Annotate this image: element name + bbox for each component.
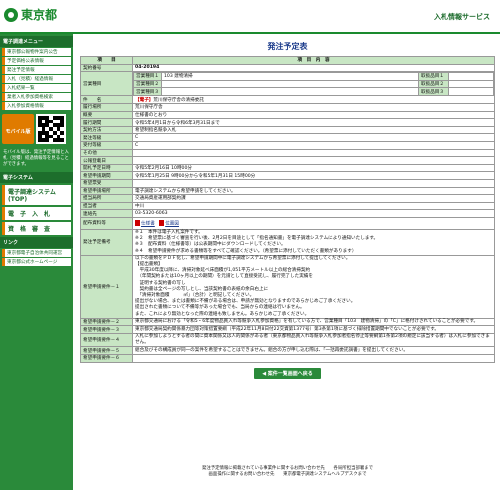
- electronic-tag: 【電子】: [135, 97, 154, 103]
- table-row: その他: [80, 148, 495, 158]
- spec-download-link[interactable]: 仕様書: [141, 222, 155, 227]
- footer-contact-2: 画面操作に関するお問い合わせ先 東京都電子調達システムヘルプデスクまで: [208, 472, 367, 477]
- site-header: 東京都 入札情報サービス: [0, 0, 500, 34]
- sidebar-menu-heading: 電子調達メニュー: [0, 36, 73, 47]
- col-content-header: 項 目 内 容: [132, 56, 495, 65]
- tokyo-logo[interactable]: 東京都: [4, 6, 57, 23]
- table-row: 履行場所 荒川保守庁舎: [80, 103, 495, 112]
- mobile-note: モバイル版は、発注予定情報と入札（見積）経過情報等を見ることができます。: [3, 150, 69, 167]
- subject: 荒川保守庁舎の清掃委託: [153, 97, 204, 103]
- table-row: 担当局所 交通局資産運用部契約課: [80, 194, 495, 203]
- main-content: 発注予定表 項 目 項 目 内 容 契約番号 04-20194 営業種目 営業種…: [80, 38, 495, 379]
- table-row: 契約番号 04-20194: [80, 63, 495, 73]
- sidebar-link-vendor-search[interactable]: 業者入札参加資格検索: [2, 93, 71, 101]
- mobile-button[interactable]: モバイル版: [2, 114, 34, 144]
- sidebar-system-heading: 電子システム: [0, 172, 73, 183]
- requirement-2: 東京都交通局における「令和5・6年度物品買入れ等競争入札参加資格」を有している方…: [132, 317, 495, 327]
- table-row: 発注予定備考 ※１ 本件は電子入札案件です。 ※２ 希望票に基づく審査を行い後、…: [80, 228, 495, 256]
- sidebar-link-joint[interactable]: 東京都電子自治体共同運営: [2, 249, 71, 257]
- table-row: 件 名 【電子】荒川保守庁舎の清掃委託: [80, 95, 495, 105]
- back-to-list-button[interactable]: ◀ 案件一覧画面へ戻る: [254, 367, 321, 379]
- sidebar-link-screening[interactable]: 資 格 審 査: [2, 222, 71, 235]
- table-row: 受付等級 C: [80, 141, 495, 150]
- table-row: 希望申請要件－４ 入札に参加しようとする者の間に資本関係又は人的関係がある者（東…: [80, 332, 495, 348]
- service-name: 入札情報サービス: [434, 13, 490, 21]
- table-row: 履行期間 令和5年4月1日から令和6年3月31日まで: [80, 118, 495, 127]
- sidebar-link-heading: リンク: [0, 237, 73, 248]
- logo-text: 東京都: [21, 8, 58, 22]
- sidebar-link-koho[interactable]: 東京都公報物件案内公告: [2, 48, 71, 56]
- table-row: 希望申請要件－５ 組合及びその構成員が同一の案件を希望することはできません。組合…: [80, 346, 495, 355]
- col-item-header: 項 目: [80, 56, 133, 65]
- sidebar-link-qualification[interactable]: 入札参加資格情報: [2, 102, 71, 110]
- requirement-6: [132, 354, 495, 363]
- qr-code-icon: [36, 114, 66, 144]
- notes: ※１ 本件は電子入札案件です。 ※２ 希望票に基づく審査を行い後、2月2日を目途…: [132, 228, 495, 256]
- pdf-icon: [159, 220, 165, 227]
- order-plan-table: 項 目 項 目 内 容 契約番号 04-20194 営業種目 営業種目１ 103…: [80, 56, 495, 363]
- table-row: 営業種目 営業種目１ 103 建物清掃 取扱品目１ 営業種目２ 取扱品目２ 営業…: [80, 71, 495, 97]
- tokyo-emblem-icon: [4, 7, 18, 22]
- requirement-4: 入札に参加しようとする者の間に資本関係又は人的関係がある者（東京都物品買入れ等競…: [132, 332, 495, 348]
- table-row: 担当者 中川: [80, 201, 495, 211]
- table-row: 希望申請要件－１ 以下の書類をＰＤＦ化し、希望申請期間中に電子調達システムから希…: [80, 254, 495, 319]
- table-row: 希望申請期間 令和5年1月25日 9時00分から令和5年1月31日 15時00分: [80, 171, 495, 180]
- sidebar-link-progress[interactable]: 入札（見積）経過情報: [2, 75, 71, 83]
- table-row: 連絡先 03-5320-6063: [80, 209, 495, 218]
- table-row: 公報登載日: [80, 156, 495, 165]
- table-row: 配布資料等 仕様書 位置図: [80, 216, 495, 230]
- table-row: 希望票受: [80, 179, 495, 188]
- category-subtable: 営業種目１ 103 建物清掃 取扱品目１ 営業種目２ 取扱品目２ 営業種目３ 取…: [133, 72, 494, 96]
- sidebar-link-official[interactable]: 東京都公式ホームページ: [2, 258, 71, 266]
- table-row: 希望申請要件－２ 東京都交通局における「令和5・6年度物品買入れ等競争入札参加資…: [80, 317, 495, 327]
- sidebar: 電子調達メニュー 東京都公報物件案内公告 予定価格公表情報 発注予定情報 入札（…: [0, 34, 73, 490]
- table-row: 希望申請要件－３ 東京都交通局契約関係暴力団等対策措置要綱（平成22年11月8日…: [80, 325, 495, 334]
- sidebar-link-order-plan[interactable]: 発注予定情報: [2, 66, 71, 74]
- page-title: 発注予定表: [267, 42, 308, 51]
- table-row: 概要 仕様書のとおり: [80, 110, 495, 120]
- requirement-1: 以下の書類をＰＤＦ化し、希望申請期間中に電子調達システムから希望票に添付して提出…: [132, 254, 495, 319]
- table-row: 契約方法 希望制指名競争入札: [80, 125, 495, 135]
- map-download-link[interactable]: 位置図: [165, 222, 179, 227]
- table-row: 開札予定日時 令和5年2月16日 10時00分: [80, 163, 495, 173]
- footer: 発注予定情報に掲載されている事業件に関するお問い合わせ先 各局所担当部署まで 画…: [80, 466, 495, 478]
- sidebar-link-procurement-top[interactable]: 電子調達システム(TOP): [2, 185, 71, 205]
- pdf-icon: [135, 220, 140, 227]
- requirement-3: 東京都交通局契約関係暴力団等対策措置要綱（平成22年11月8日付22交資第137…: [132, 325, 495, 334]
- sidebar-link-price[interactable]: 予定価格公表情報: [2, 57, 71, 65]
- table-row: 希望申請場所 電子調達システムから希望申請をしてください。: [80, 186, 495, 196]
- table-row: 発注等級 C: [80, 133, 495, 143]
- sidebar-link-results[interactable]: 入札結果一覧: [2, 84, 71, 92]
- mobile-section: モバイル版: [2, 114, 71, 144]
- table-row: 希望申請要件－６: [80, 354, 495, 363]
- contract-number: 04-20194: [132, 63, 495, 73]
- sidebar-link-e-bid[interactable]: 電 子 入 札: [2, 207, 71, 220]
- requirement-5: 組合及びその構成員が同一の案件を希望することはできません。組合の方が申し込む際は…: [132, 346, 495, 355]
